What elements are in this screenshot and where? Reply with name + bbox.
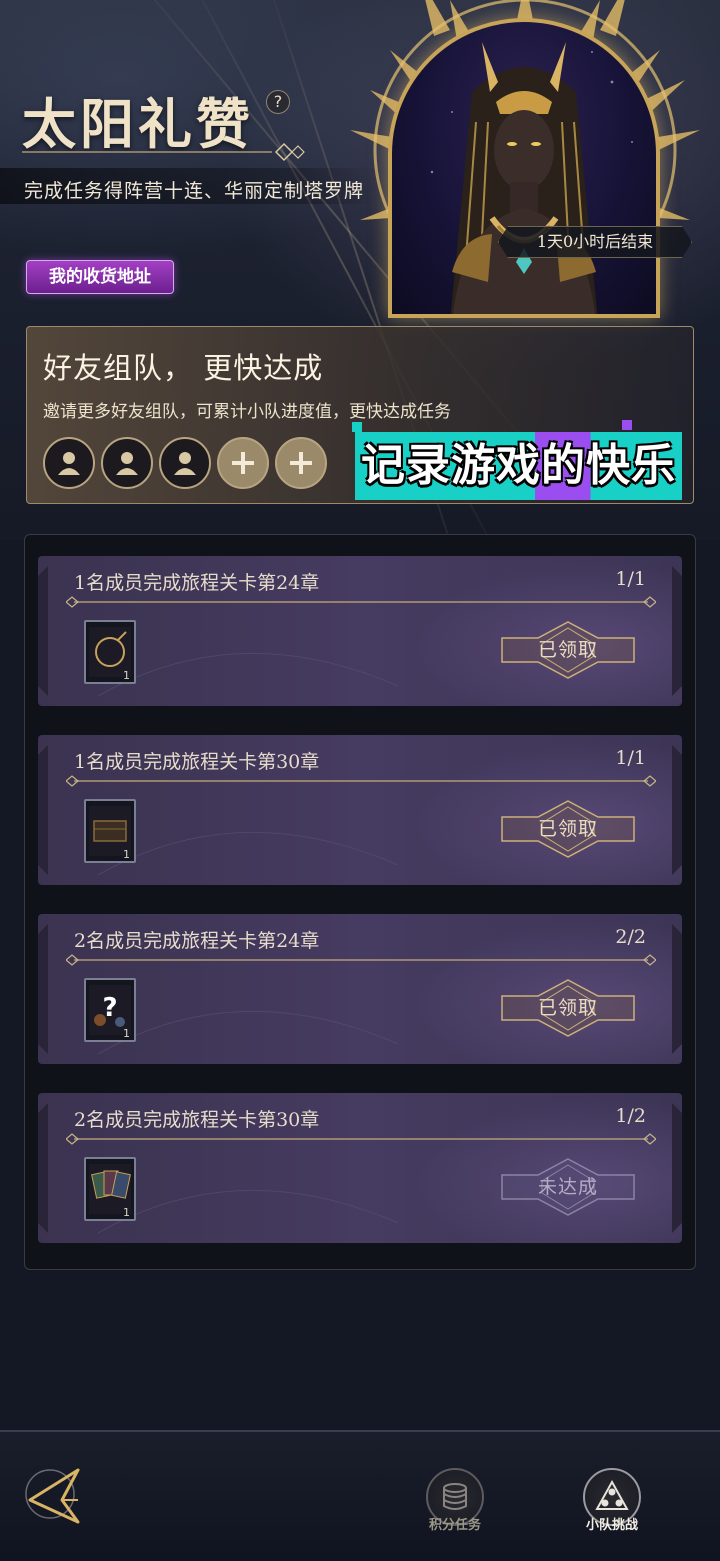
- task-card: 2名成员完成旅程关卡第24章 2/2 ? 1 已领取: [38, 914, 682, 1064]
- plus-icon: [232, 452, 254, 474]
- bottom-navigation: 积分任务 小队挑战: [0, 1430, 720, 1561]
- claim-status-button[interactable]: 已领取: [498, 618, 638, 682]
- team-member-slot[interactable]: [43, 437, 95, 489]
- claim-status-label: 已领取: [537, 639, 598, 661]
- claim-status-button[interactable]: 已领取: [498, 976, 638, 1040]
- back-arrow-icon[interactable]: [20, 1460, 90, 1530]
- reward-item[interactable]: 1: [84, 620, 136, 684]
- reward-item[interactable]: 1: [84, 1157, 136, 1221]
- reward-count: 1: [123, 669, 130, 682]
- task-progress: 2/2: [615, 926, 646, 948]
- task-divider: [66, 596, 656, 608]
- watermark-dot: [352, 422, 362, 432]
- svg-text:?: ?: [102, 993, 117, 1023]
- invite-friend-button[interactable]: [275, 437, 327, 489]
- reward-count: 1: [123, 1027, 130, 1040]
- task-progress: 1/1: [615, 568, 646, 590]
- user-icon: [58, 452, 80, 475]
- task-progress: 1/1: [615, 747, 646, 769]
- reward-item[interactable]: ? 1: [84, 978, 136, 1042]
- event-subtitle: 完成任务得阵营十连、华丽定制塔罗牌: [24, 180, 365, 202]
- claim-status-label: 已领取: [537, 997, 598, 1019]
- title-ornament: [22, 142, 305, 162]
- character-portrait: [388, 18, 660, 318]
- claim-status-label: 已领取: [537, 818, 598, 840]
- task-progress: 1/2: [615, 1105, 646, 1127]
- claim-status-button[interactable]: 已领取: [498, 797, 638, 861]
- tab-team-challenge[interactable]: 小队挑战: [577, 1468, 647, 1548]
- event-timer: 1天0小时后结束: [498, 226, 692, 258]
- task-name: 1名成员完成旅程关卡第30章: [74, 751, 320, 773]
- task-divider: [66, 775, 656, 787]
- claim-status-button[interactable]: 未达成: [498, 1155, 638, 1219]
- shipping-address-button[interactable]: 我的收货地址: [26, 260, 174, 294]
- tab-label: 积分任务: [428, 1518, 481, 1533]
- watermark-caption: 记录游戏的快乐: [355, 432, 682, 500]
- team-member-slot[interactable]: [159, 437, 211, 489]
- task-divider: [66, 954, 656, 966]
- watermark-dot: [622, 420, 632, 430]
- reward-count: 1: [123, 1206, 130, 1219]
- user-icon: [116, 452, 138, 475]
- reward-item[interactable]: 1: [84, 799, 136, 863]
- team-icon: [595, 1479, 629, 1510]
- help-icon[interactable]: ?: [266, 90, 290, 114]
- tab-label: 小队挑战: [585, 1518, 638, 1533]
- task-card: 1名成员完成旅程关卡第30章 1/1 1 已领取: [38, 735, 682, 885]
- task-name: 2名成员完成旅程关卡第24章: [74, 930, 320, 952]
- reward-count: 1: [123, 848, 130, 861]
- team-description: 邀请更多好友组队，可累计小队进度值，更快达成任务: [43, 402, 451, 422]
- invite-friend-button[interactable]: [217, 437, 269, 489]
- task-card: 1名成员完成旅程关卡第24章 1/1 1 已领取: [38, 556, 682, 706]
- task-divider: [66, 1133, 656, 1145]
- plus-icon: [290, 452, 312, 474]
- task-name: 1名成员完成旅程关卡第24章: [74, 572, 320, 594]
- user-icon: [174, 452, 196, 475]
- task-card: 2名成员完成旅程关卡第30章 1/2 1 未达成: [38, 1093, 682, 1243]
- task-name: 2名成员完成旅程关卡第30章: [74, 1109, 320, 1131]
- tab-points-tasks[interactable]: 积分任务: [420, 1468, 490, 1548]
- team-member-slot[interactable]: [101, 437, 153, 489]
- claim-status-label: 未达成: [537, 1176, 598, 1198]
- team-title: 好友组队， 更快达成: [43, 351, 324, 385]
- coin-stack-icon: [443, 1483, 467, 1510]
